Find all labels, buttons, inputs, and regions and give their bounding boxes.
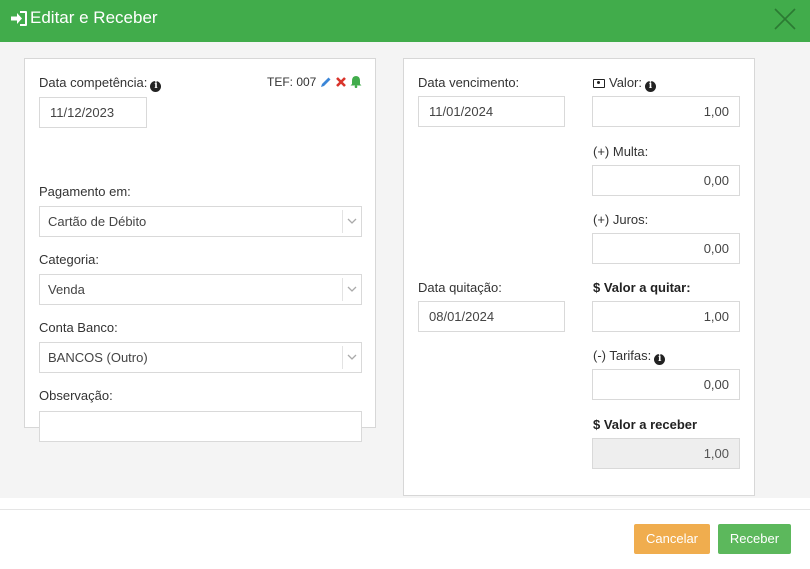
sign-in-icon xyxy=(10,10,28,27)
conta-banco-label: Conta Banco: xyxy=(39,320,118,335)
times-icon[interactable] xyxy=(335,76,347,88)
multa-label: (+) Multa: xyxy=(593,144,649,159)
conta-banco-select[interactable]: BANCOS (Outro) xyxy=(39,342,362,373)
pencil-icon[interactable] xyxy=(320,76,332,88)
close-icon[interactable] xyxy=(772,6,798,32)
categoria-select[interactable]: Venda xyxy=(39,274,362,305)
money-icon xyxy=(593,79,605,88)
receive-button[interactable]: Receber xyxy=(718,524,791,554)
observacao-label: Observação: xyxy=(39,388,113,403)
modal-title: Editar e Receber xyxy=(30,8,158,27)
tef-label: TEF: 007 xyxy=(267,75,317,89)
data-vencimento-label: Data vencimento: xyxy=(418,75,520,90)
right-panel: Data vencimento: 11/01/2024 Data quitaçã… xyxy=(403,58,755,496)
modal-header: Editar e Receber xyxy=(0,0,810,42)
data-quitacao-label: Data quitação: xyxy=(418,280,502,295)
conta-banco-value: BANCOS (Outro) xyxy=(48,350,148,365)
info-circle-icon[interactable]: i xyxy=(645,81,656,92)
modal-footer: Cancelar Receber xyxy=(0,498,810,569)
cancel-button[interactable]: Cancelar xyxy=(634,524,710,554)
chevron-down-icon xyxy=(342,278,361,301)
multa-input[interactable]: 0,00 xyxy=(592,165,740,196)
pagamento-select[interactable]: Cartão de Débito xyxy=(39,206,362,237)
footer-divider xyxy=(0,509,810,510)
observacao-input[interactable] xyxy=(39,411,362,442)
juros-label: (+) Juros: xyxy=(593,212,649,227)
data-quitacao-input[interactable]: 08/01/2024 xyxy=(418,301,565,332)
left-panel: Data competência: i TEF: 007 11/12/2023 P… xyxy=(24,58,376,442)
valor-input[interactable]: 1,00 xyxy=(592,96,740,127)
valor-quitar-label: $ Valor a quitar: xyxy=(593,280,691,295)
valor-receber-output: 1,00 xyxy=(592,438,740,469)
info-circle-icon[interactable]: i xyxy=(150,81,162,92)
valor-quitar-input[interactable]: 1,00 xyxy=(592,301,740,332)
tarifas-label: (-) Tarifas: i xyxy=(593,348,666,365)
pagamento-value: Cartão de Débito xyxy=(48,214,147,229)
categoria-label: Categoria: xyxy=(39,252,99,267)
data-vencimento-input[interactable]: 11/01/2024 xyxy=(418,96,565,127)
categoria-value: Venda xyxy=(48,282,85,297)
chevron-down-icon xyxy=(342,346,361,369)
chevron-down-icon xyxy=(342,210,361,233)
data-competencia-input[interactable]: 11/12/2023 xyxy=(39,97,147,128)
data-competencia-label: Data competência: i xyxy=(39,75,162,92)
bell-icon[interactable] xyxy=(350,75,362,88)
valor-label: Valor: i xyxy=(593,75,656,92)
pagamento-label: Pagamento em: xyxy=(39,184,131,199)
modal-body: Data competência: i TEF: 007 11/12/2023 P… xyxy=(0,42,810,498)
valor-receber-label: $ Valor a receber xyxy=(593,417,698,432)
juros-input[interactable]: 0,00 xyxy=(592,233,740,264)
info-circle-icon[interactable]: i xyxy=(654,354,666,365)
tarifas-input[interactable]: 0,00 xyxy=(592,369,740,400)
